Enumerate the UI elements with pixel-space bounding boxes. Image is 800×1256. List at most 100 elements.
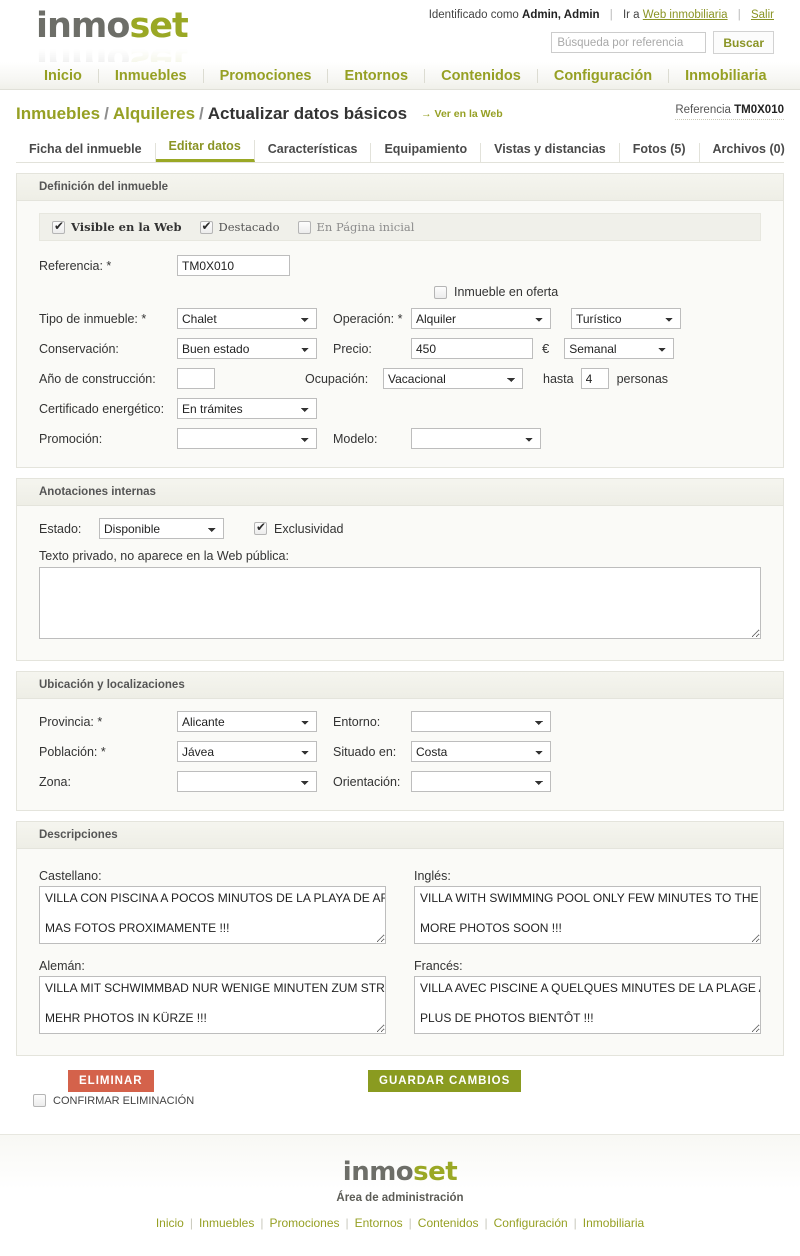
tab-vistas-y-distancias[interactable]: Vistas y distancias	[481, 143, 620, 162]
label-entorno: Entorno:	[333, 714, 381, 729]
nav-item-inmuebles[interactable]: Inmuebles	[99, 68, 204, 83]
save-button[interactable]: GUARDAR CAMBIOS	[368, 1070, 522, 1092]
section-header-ubicacion: Ubicación y localizaciones	[17, 672, 783, 699]
checkbox-pagina-inicial[interactable]	[297, 220, 311, 234]
section-ubicacion-y-localizaciones: Ubicación y localizaciones Provincia: * …	[16, 671, 784, 811]
nav-item-promociones[interactable]: Promociones	[204, 68, 329, 83]
delete-button[interactable]: ELIMINAR	[68, 1070, 154, 1092]
checkbox-exclusividad-label: Exclusividad	[274, 521, 344, 536]
section-header-definicion: Definición del inmueble	[17, 174, 783, 201]
footer-link-contenidos[interactable]: Contenidos	[412, 1216, 485, 1230]
footer-link-inmobiliaria[interactable]: Inmobiliaria	[577, 1216, 650, 1230]
select-certificado-energetico[interactable]: En trámites	[177, 398, 317, 419]
nav-item-entornos[interactable]: Entornos	[328, 68, 426, 83]
footer-link-entornos[interactable]: Entornos	[349, 1216, 409, 1230]
footer-link-promociones[interactable]: Promociones	[263, 1216, 345, 1230]
footer-links: Inicio | Inmuebles | Promociones | Entornos | Co…	[0, 1216, 800, 1230]
select-operacion[interactable]: Alquiler	[411, 308, 551, 329]
confirm-delete-wrapper[interactable]: CONFIRMAR ELIMINACIÓN	[33, 1094, 194, 1107]
nav-item-inmobiliaria[interactable]: Inmobiliaria	[669, 68, 782, 83]
footer-link-inicio[interactable]: Inicio	[150, 1216, 190, 1230]
textarea-descripcion-aleman[interactable]: VILLA MIT SCHWIMMBAD NUR WENIGE MINUTEN …	[39, 976, 386, 1034]
tab-equipamiento[interactable]: Equipamiento	[371, 143, 482, 162]
input-max-personas[interactable]	[580, 368, 609, 389]
section-body-anotaciones: Estado: Disponible Exclusividad Texto pr…	[17, 506, 783, 660]
tab-caracteristicas[interactable]: Características	[255, 143, 372, 162]
tab-fotos[interactable]: Fotos (5)	[620, 143, 700, 162]
checkbox-visible-en-la-web[interactable]	[52, 220, 65, 234]
row-poblacion-situado: Población: * Jávea Situado en: Costa	[39, 741, 761, 762]
checkbox-destacado[interactable]	[199, 220, 213, 234]
search-input[interactable]	[551, 32, 707, 53]
input-anyo-construccion[interactable]	[177, 368, 215, 389]
textarea-descripcion-ingles[interactable]: VILLA WITH SWIMMING POOL ONLY FEW MINUTE…	[414, 886, 761, 944]
site-logo[interactable]: inmoset inmoset	[36, 8, 226, 62]
textarea-descripcion-frances[interactable]: VILLA AVEC PISCINE A QUELQUES MINUTES DE…	[414, 976, 761, 1034]
nav-item-inicio[interactable]: Inicio	[28, 68, 99, 83]
select-tipo-alquiler[interactable]: Turístico	[571, 308, 681, 329]
row-zona-orientacion: Zona: Orientación:	[39, 771, 761, 792]
row-anyo-ocupacion: Año de construcción: Ocupación: Vacacion…	[39, 368, 761, 389]
goto-prefix: Ir a	[622, 9, 640, 21]
select-periodo-precio[interactable]: Semanal	[564, 338, 675, 359]
label-hasta: hasta	[543, 371, 574, 386]
description-cell-frances: Francés: VILLA AVEC PISCINE A QUELQUES M…	[414, 951, 761, 1039]
checkbox-inmueble-en-oferta[interactable]	[434, 285, 447, 299]
input-referencia[interactable]	[177, 255, 290, 276]
select-provincia[interactable]: Alicante	[177, 711, 317, 732]
page-footer: inmoset Área de administración Inicio | In…	[0, 1134, 800, 1256]
nav-item-configuracion[interactable]: Configuración	[538, 68, 670, 83]
select-orientacion[interactable]	[411, 771, 551, 792]
footer-link-inmuebles[interactable]: Inmuebles	[193, 1216, 260, 1230]
label-ocupacion: Ocupación:	[305, 371, 369, 386]
description-cell-castellano: Castellano: VILLA CON PISCINA A POCOS MI…	[39, 861, 386, 949]
nav-item-contenidos[interactable]: Contenidos	[425, 68, 538, 83]
select-zona[interactable]	[177, 771, 317, 792]
select-entorno[interactable]	[411, 711, 551, 732]
logout-link[interactable]: Salir	[751, 9, 774, 21]
select-ocupacion[interactable]: Vacacional	[383, 368, 523, 389]
breadcrumb-level2[interactable]: Alquileres	[113, 104, 195, 123]
reference-search: Buscar	[551, 31, 774, 54]
row-promocion-modelo: Promoción: Modelo:	[39, 428, 761, 449]
footer-link-configuracion[interactable]: Configuración	[488, 1216, 574, 1230]
view-on-web-link[interactable]: → Ver en la Web	[421, 108, 503, 120]
checkbox-exclusividad-wrapper[interactable]: Exclusividad	[254, 521, 344, 536]
section-header-anotaciones: Anotaciones internas	[17, 479, 783, 506]
checkbox-pagina-inicial-wrapper[interactable]: En Página inicial	[297, 220, 414, 234]
search-button[interactable]: Buscar	[713, 31, 774, 54]
footer-tagline: Área de administración	[336, 1192, 464, 1204]
breadcrumb: Inmuebles / Alquileres / Actualizar datos bá…	[0, 90, 800, 124]
select-modelo[interactable]	[411, 428, 541, 449]
logo-reflection-primary: inmo	[36, 40, 130, 62]
breadcrumb-path: Inmuebles / Alquileres / Actualizar datos bá…	[16, 104, 407, 124]
select-conservacion[interactable]: Buen estado	[177, 338, 317, 359]
select-poblacion[interactable]: Jávea	[177, 741, 317, 762]
checkbox-confirmar-eliminacion[interactable]	[33, 1094, 46, 1107]
tab-archivos[interactable]: Archivos (0)	[700, 143, 798, 162]
select-estado[interactable]: Disponible	[99, 518, 224, 539]
label-conservacion: Conservación:	[39, 341, 119, 356]
textarea-descripcion-castellano[interactable]: VILLA CON PISCINA A POCOS MINUTOS DE LA …	[39, 886, 386, 944]
select-tipo-de-inmueble[interactable]: Chalet	[177, 308, 317, 329]
checkbox-visible-en-la-web-wrapper[interactable]: Visible en la Web	[52, 220, 182, 234]
breadcrumb-separator: /	[104, 104, 109, 123]
label-texto-privado: Texto privado, no aparece en la Web públ…	[39, 549, 289, 563]
label-aleman: Alemán:	[39, 959, 85, 973]
tab-editar-datos[interactable]: Editar datos	[155, 140, 255, 162]
checkbox-destacado-wrapper[interactable]: Destacado	[199, 220, 280, 234]
description-cell-aleman: Alemán: VILLA MIT SCHWIMMBAD NUR WENIGE …	[39, 951, 386, 1039]
page-header: inmoset inmoset Identificado como Admin,…	[0, 0, 800, 62]
web-inmobiliaria-link[interactable]: Web inmobiliaria	[643, 9, 728, 21]
checkbox-exclusividad[interactable]	[254, 521, 267, 535]
textarea-texto-privado[interactable]	[39, 567, 761, 639]
row-conservacion-precio: Conservación: Buen estado Precio: € Sema…	[39, 338, 761, 359]
select-situado-en[interactable]: Costa	[411, 741, 551, 762]
tab-ficha-del-inmueble[interactable]: Ficha del inmueble	[16, 143, 156, 162]
checkbox-visible-label: Visible en la Web	[71, 220, 182, 234]
reference-label: Referencia	[675, 104, 731, 116]
breadcrumb-level1[interactable]: Inmuebles	[16, 104, 100, 123]
select-promocion[interactable]	[177, 428, 317, 449]
input-precio[interactable]	[411, 338, 533, 359]
row-certificado-energetico: Certificado energético: En trámites	[39, 398, 761, 419]
